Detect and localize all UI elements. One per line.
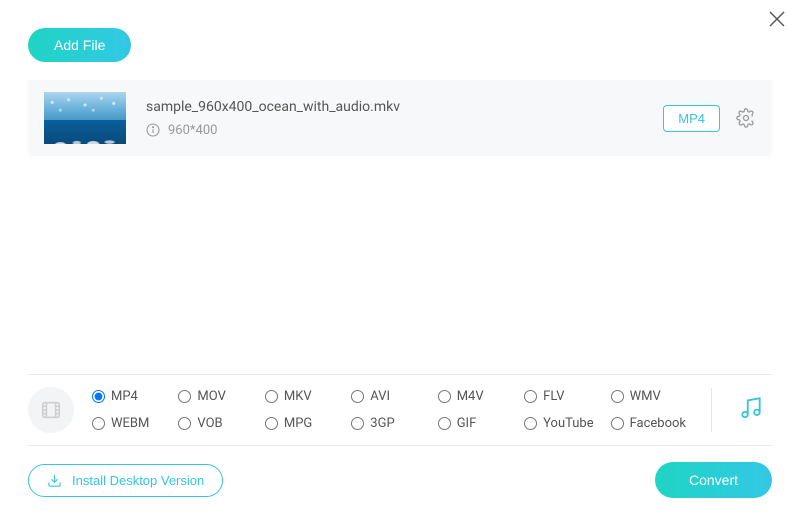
format-label: M4V [457, 389, 484, 404]
close-icon [768, 10, 786, 28]
format-radio[interactable] [524, 390, 537, 403]
format-label: YouTube [543, 416, 594, 431]
format-option-gif[interactable]: GIF [438, 416, 520, 431]
music-icon [738, 395, 764, 421]
format-label: MKV [284, 389, 312, 404]
file-row[interactable]: sample_960x400_ocean_with_audio.mkv 960*… [28, 80, 772, 156]
install-desktop-button[interactable]: Install Desktop Version [28, 464, 223, 497]
format-option-avi[interactable]: AVI [351, 389, 433, 404]
format-label: MP4 [111, 389, 138, 404]
format-label: MOV [197, 389, 225, 404]
format-radio[interactable] [351, 417, 364, 430]
format-section: MP4 MOV MKV AVI M4V FLV WMV WEBM VOB MPG 3GP GIF You… [28, 374, 772, 446]
footer-row: Install Desktop Version Convert [28, 446, 772, 516]
install-desktop-label: Install Desktop Version [72, 473, 204, 488]
file-list: sample_960x400_ocean_with_audio.mkv 960*… [28, 80, 772, 156]
format-radio[interactable] [92, 417, 105, 430]
file-info: sample_960x400_ocean_with_audio.mkv 960*… [146, 99, 663, 138]
format-option-3gp[interactable]: 3GP [351, 416, 433, 431]
bottom-panel: MP4 MOV MKV AVI M4V FLV WMV WEBM VOB MPG 3GP GIF You… [28, 374, 772, 516]
convert-button[interactable]: Convert [655, 462, 772, 498]
format-option-mpg[interactable]: MPG [265, 416, 347, 431]
format-label: Facebook [630, 416, 686, 431]
format-radio[interactable] [438, 390, 451, 403]
format-option-mov[interactable]: MOV [178, 389, 260, 404]
format-option-mkv[interactable]: MKV [265, 389, 347, 404]
file-name: sample_960x400_ocean_with_audio.mkv [146, 99, 663, 115]
format-option-wmv[interactable]: WMV [611, 389, 693, 404]
output-format-badge[interactable]: MP4 [663, 105, 720, 132]
format-label: AVI [370, 389, 390, 404]
format-label: WEBM [111, 416, 149, 431]
format-option-youtube[interactable]: YouTube [524, 416, 606, 431]
format-option-flv[interactable]: FLV [524, 389, 606, 404]
file-meta: 960*400 [146, 123, 663, 138]
add-file-button[interactable]: Add File [28, 28, 131, 62]
format-radio[interactable] [178, 417, 191, 430]
divider [711, 388, 712, 432]
format-radio[interactable] [524, 417, 537, 430]
film-icon [40, 399, 62, 421]
format-option-m4v[interactable]: M4V [438, 389, 520, 404]
format-radio[interactable] [265, 417, 278, 430]
format-label: VOB [197, 416, 222, 431]
format-option-webm[interactable]: WEBM [92, 416, 174, 431]
format-label: WMV [630, 389, 661, 404]
close-button[interactable] [768, 10, 786, 32]
format-label: MPG [284, 416, 312, 431]
info-icon [146, 123, 160, 137]
format-option-mp4[interactable]: MP4 [92, 389, 174, 404]
format-label: 3GP [370, 416, 394, 431]
file-thumbnail [44, 92, 126, 144]
format-label: GIF [457, 416, 477, 431]
settings-button[interactable] [736, 108, 756, 128]
format-radio[interactable] [265, 390, 278, 403]
format-option-facebook[interactable]: Facebook [611, 416, 693, 431]
format-radio[interactable] [611, 417, 624, 430]
format-option-vob[interactable]: VOB [178, 416, 260, 431]
file-resolution: 960*400 [168, 123, 217, 138]
format-radio[interactable] [438, 417, 451, 430]
gear-icon [736, 108, 756, 128]
format-radio[interactable] [351, 390, 364, 403]
format-radio[interactable] [178, 390, 191, 403]
format-grid: MP4 MOV MKV AVI M4V FLV WMV WEBM VOB MPG 3GP GIF You… [92, 389, 693, 431]
format-radio[interactable] [611, 390, 624, 403]
audio-tab[interactable] [730, 395, 772, 425]
video-tab[interactable] [28, 387, 74, 433]
download-icon [47, 473, 62, 488]
format-label: FLV [543, 389, 564, 404]
format-radio[interactable] [92, 390, 105, 403]
